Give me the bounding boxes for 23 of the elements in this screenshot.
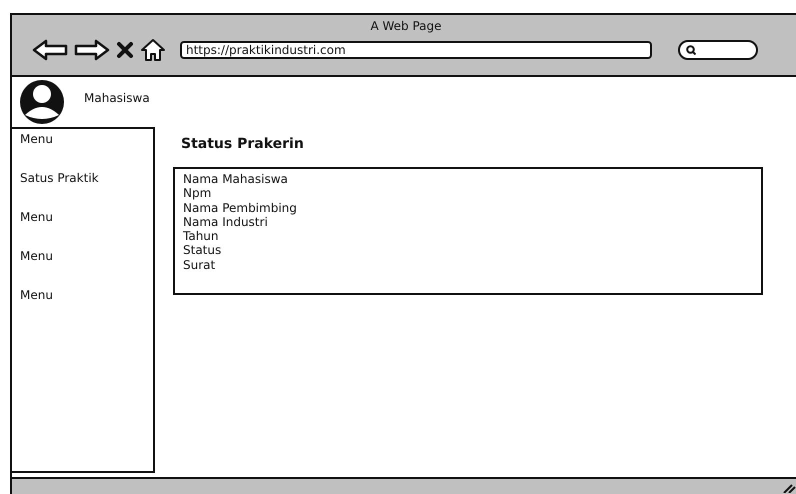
field-label: Npm	[183, 186, 212, 201]
sidebar-item[interactable]: Menu	[20, 131, 53, 148]
field-label: Nama Industri	[183, 214, 268, 230]
field-label: Tahun	[183, 229, 219, 244]
sidebar-item[interactable]: Satus Praktik	[20, 170, 99, 187]
back-icon[interactable]	[32, 39, 68, 61]
field-label: Status	[183, 243, 222, 258]
sidebar-item[interactable]: Menu	[20, 248, 53, 265]
field-label: Nama Pembimbing	[183, 200, 297, 215]
resize-grip-icon[interactable]	[782, 483, 796, 493]
search-field[interactable]	[678, 40, 758, 60]
window-title: A Web Page	[370, 18, 442, 34]
page-heading: Status Prakerin	[181, 135, 304, 153]
close-icon[interactable]	[116, 41, 134, 59]
field-label: Surat	[183, 258, 216, 272]
field-label: Nama Mahasiswa	[183, 172, 288, 186]
sidebar-item[interactable]: Menu	[20, 287, 53, 304]
sidebar-item[interactable]: Menu	[20, 209, 53, 226]
home-icon[interactable]	[140, 38, 166, 62]
user-name: Mahasiswa	[84, 91, 150, 105]
search-icon	[686, 45, 696, 55]
forward-icon[interactable]	[74, 39, 110, 61]
url-field[interactable]: https://praktikindustri.com	[180, 41, 652, 59]
